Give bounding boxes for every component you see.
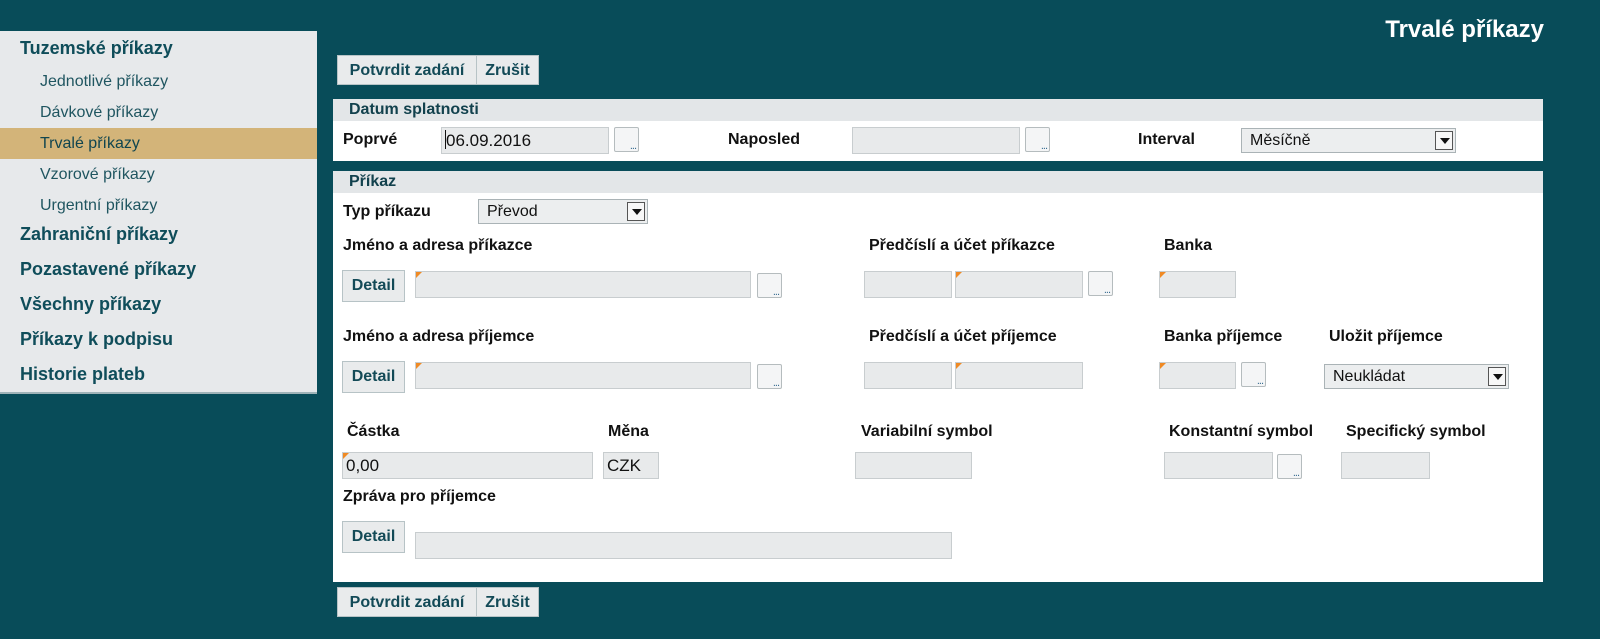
payee-detail-button[interactable]: Detail <box>342 361 405 393</box>
chevron-down-icon <box>1488 367 1506 386</box>
order-section-title: Příkaz <box>333 171 1543 193</box>
payer-detail-button[interactable]: Detail <box>342 270 405 302</box>
save-payee-label: Uložit příjemce <box>1329 328 1443 345</box>
sidebar-group-title: Všechny příkazy <box>20 294 162 314</box>
sidebar-group-tuzemske: Tuzemské příkazy Jednotlivé příkazy Dávk… <box>0 31 317 223</box>
payer-name-lookup-button[interactable] <box>757 273 782 298</box>
payee-bank-lookup-button[interactable] <box>1241 362 1266 387</box>
order-type-value: Převod <box>487 203 538 220</box>
payer-prefix-input[interactable] <box>864 271 952 298</box>
due-date-panel: Datum splatnosti Poprvé 06.09.2016 Napos… <box>333 99 1543 161</box>
variable-symbol-input[interactable] <box>855 452 972 479</box>
payer-name-input[interactable] <box>415 271 751 298</box>
sidebar-group-pozastavene[interactable]: Pozastavené příkazy <box>0 252 317 289</box>
payee-name-lookup-button[interactable] <box>757 364 782 389</box>
specific-symbol-label: Specifický symbol <box>1346 423 1486 440</box>
order-type-select[interactable]: Převod <box>478 199 648 224</box>
first-date-input[interactable]: 06.09.2016 <box>441 127 609 154</box>
sidebar-group-title: Příkazy k podpisu <box>20 329 174 349</box>
page-title: Trvalé příkazy <box>1385 16 1544 43</box>
interval-label: Interval <box>1138 131 1195 148</box>
amount-value: 0,00 <box>346 456 380 475</box>
first-date-label: Poprvé <box>343 131 398 148</box>
order-panel: Příkaz Typ příkazu Převod Jméno a adresa… <box>333 171 1543 582</box>
save-payee-value: Neukládat <box>1333 368 1406 385</box>
payer-account-label: Předčíslí a účet příkazce <box>869 237 1055 254</box>
cancel-button-bottom[interactable]: Zrušit <box>476 587 539 617</box>
sidebar-group-zahranicni[interactable]: Zahraniční příkazy <box>0 217 317 254</box>
sidebar-item-trvale[interactable]: Trvalé příkazy <box>0 128 317 159</box>
payer-bank-input[interactable] <box>1159 271 1236 298</box>
chevron-down-icon <box>627 202 645 221</box>
due-date-section-title: Datum splatnosti <box>333 99 1543 121</box>
order-type-label: Typ příkazu <box>343 203 431 220</box>
last-date-label: Naposled <box>728 131 801 148</box>
message-label: Zpráva pro příjemce <box>343 488 496 505</box>
currency-label: Měna <box>608 423 649 440</box>
confirm-button-bottom[interactable]: Potvrdit zadání <box>337 587 477 617</box>
first-date-value: 06.09.2016 <box>446 131 532 150</box>
sidebar-item-davkove[interactable]: Dávkové příkazy <box>0 97 317 128</box>
specific-symbol-input[interactable] <box>1341 452 1430 479</box>
cancel-button-top[interactable]: Zrušit <box>476 55 539 85</box>
last-date-calendar-button[interactable] <box>1025 127 1050 152</box>
payer-account-input[interactable] <box>955 271 1083 298</box>
payee-prefix-input[interactable] <box>864 362 952 389</box>
payer-bank-label: Banka <box>1164 237 1213 254</box>
message-input[interactable] <box>415 532 952 559</box>
interval-select[interactable]: Měsíčně <box>1241 128 1456 153</box>
interval-value: Měsíčně <box>1250 132 1311 149</box>
payee-name-label: Jméno a adresa příjemce <box>343 328 535 345</box>
constant-symbol-lookup-button[interactable] <box>1277 454 1302 479</box>
sidebar-item-vzorove[interactable]: Vzorové příkazy <box>0 159 317 190</box>
constant-symbol-label: Konstantní symbol <box>1169 423 1314 440</box>
payer-account-lookup-button[interactable] <box>1088 271 1113 296</box>
chevron-down-icon <box>1435 131 1453 150</box>
sidebar-group-k-podpisu[interactable]: Příkazy k podpisu <box>0 322 317 359</box>
sidebar-item-jednotlive[interactable]: Jednotlivé příkazy <box>0 66 317 97</box>
payee-account-label: Předčíslí a účet příjemce <box>869 328 1057 345</box>
sidebar-group-title-tuzemske[interactable]: Tuzemské příkazy <box>0 31 317 66</box>
first-date-calendar-button[interactable] <box>614 127 639 152</box>
constant-symbol-input[interactable] <box>1164 452 1273 479</box>
amount-label: Částka <box>347 423 400 440</box>
payer-name-label: Jméno a adresa příkazce <box>343 237 533 254</box>
sidebar-group-title: Historie plateb <box>20 364 146 384</box>
message-detail-button[interactable]: Detail <box>342 521 405 553</box>
payee-account-input[interactable] <box>955 362 1083 389</box>
sidebar-group-historie[interactable]: Historie plateb <box>0 357 317 394</box>
payee-bank-input[interactable] <box>1159 362 1236 389</box>
amount-input[interactable]: 0,00 <box>342 452 593 479</box>
currency-field: CZK <box>603 452 659 479</box>
sidebar-group-title: Zahraniční příkazy <box>20 224 179 244</box>
sidebar-group-title: Pozastavené příkazy <box>20 259 197 279</box>
variable-symbol-label: Variabilní symbol <box>861 423 993 440</box>
payee-name-input[interactable] <box>415 362 751 389</box>
currency-value: CZK <box>607 456 641 475</box>
save-payee-select[interactable]: Neukládat <box>1324 364 1509 389</box>
sidebar-group-vsechny[interactable]: Všechny příkazy <box>0 287 317 324</box>
payee-bank-label: Banka příjemce <box>1164 328 1283 345</box>
confirm-button-top[interactable]: Potvrdit zadání <box>337 55 477 85</box>
last-date-input[interactable] <box>852 127 1020 154</box>
